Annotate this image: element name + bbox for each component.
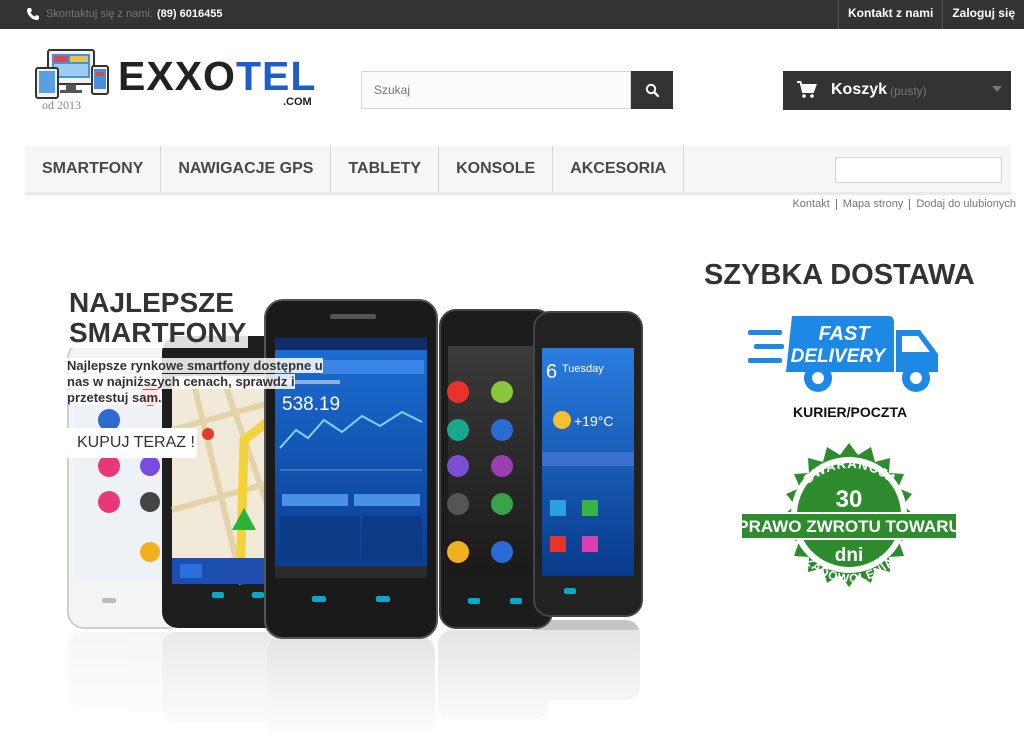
contact-us-link[interactable]: Kontakt z nami (837, 0, 942, 29)
banner-title-line1: NAJLEPSZE (67, 287, 236, 318)
top-bar: Skontaktuj się z nami: (89) 6016455 Kont… (0, 0, 1024, 29)
delivery-truck-icon[interactable]: FAST DELIVERY (748, 312, 940, 396)
seal-unit: dni (835, 545, 864, 566)
fast-delivery-heading: SZYBKA DOSTAWA (704, 259, 975, 291)
smartphones-image: 538.19 6 Tuesday +19°C (62, 299, 652, 740)
menu-item-akcesoria[interactable]: Akcesoria (553, 146, 685, 192)
permanent-links: Kontakt Mapa strony Dodaj do ulubionych (786, 199, 1016, 210)
banner-title: NAJLEPSZE SMARTFONY (67, 287, 249, 348)
guarantee-seal[interactable]: GWARANCJA 30 PRAWO ZWROTU TOWARU dni ZAD… (741, 443, 957, 613)
seal-number: 30 (836, 486, 863, 513)
subnav-favorites-link[interactable]: Dodaj do ulubionych (909, 199, 1016, 210)
contact-label: Skontaktuj się z nami: (46, 8, 153, 20)
menu-item-smartfony[interactable]: Smartfony (25, 146, 162, 192)
phone-number[interactable]: (89) 6016455 (157, 8, 222, 20)
svg-text:+19°C: +19°C (574, 413, 613, 429)
search-icon (645, 83, 659, 97)
site-logo[interactable]: od 2013 EXXOTEL .COM (34, 48, 324, 116)
banner-description-text: Najlepsze rynkowe smartfony dostępne u n… (67, 358, 323, 405)
svg-text:6: 6 (546, 361, 557, 383)
courier-label: KURIER/POCZTA (793, 404, 908, 420)
seal-band-text: PRAWO ZWROTU TOWARU (741, 517, 957, 536)
menu-search-input[interactable] (835, 157, 1002, 183)
buy-now-button[interactable]: KUPUJ TERAZ ! (67, 428, 197, 458)
menu-item-nawigacje-gps[interactable]: Nawigacje GPS (161, 146, 332, 192)
menu-item-tablety[interactable]: Tablety (331, 146, 440, 192)
contact-info: Skontaktuj się z nami: (89) 6016455 (26, 7, 222, 21)
logo-domain: .COM (283, 96, 312, 108)
cart-icon (797, 81, 817, 98)
brand-part2: TEL (235, 53, 317, 99)
phone-icon (27, 8, 39, 20)
logo-brand: EXXOTEL (118, 52, 316, 100)
search-input[interactable] (361, 71, 631, 109)
smartphones-banner[interactable]: 538.19 6 Tuesday +19°C (62, 280, 652, 740)
menu-item-konsole[interactable]: Konsole (439, 146, 554, 192)
truck-line1: FAST (818, 323, 871, 345)
banner-title-line2: SMARTFONY (67, 317, 249, 348)
top-links: Kontakt z nami Zaloguj się (837, 0, 1024, 29)
chevron-down-icon (992, 86, 1002, 92)
truck-line2: DELIVERY (791, 346, 888, 367)
main-menu: Smartfony Nawigacje GPS Tablety Konsole … (25, 146, 1011, 195)
subnav-contact-link[interactable]: Kontakt (786, 199, 835, 210)
logo-since: od 2013 (42, 98, 81, 112)
cart-button[interactable]: Koszyk (pusty) (783, 71, 1011, 110)
subnav-sitemap-link[interactable]: Mapa strony (835, 199, 910, 210)
cart-label: Koszyk (831, 81, 888, 98)
svg-text:Tuesday: Tuesday (562, 363, 604, 375)
login-link[interactable]: Zaloguj się (942, 0, 1024, 29)
search-block (361, 71, 673, 109)
search-button[interactable] (631, 71, 673, 109)
banner-description: Najlepsze rynkowe smartfony dostępne u n… (67, 358, 335, 406)
brand-part1: EXXO (118, 53, 236, 99)
cart-status: (pusty) (890, 84, 927, 98)
